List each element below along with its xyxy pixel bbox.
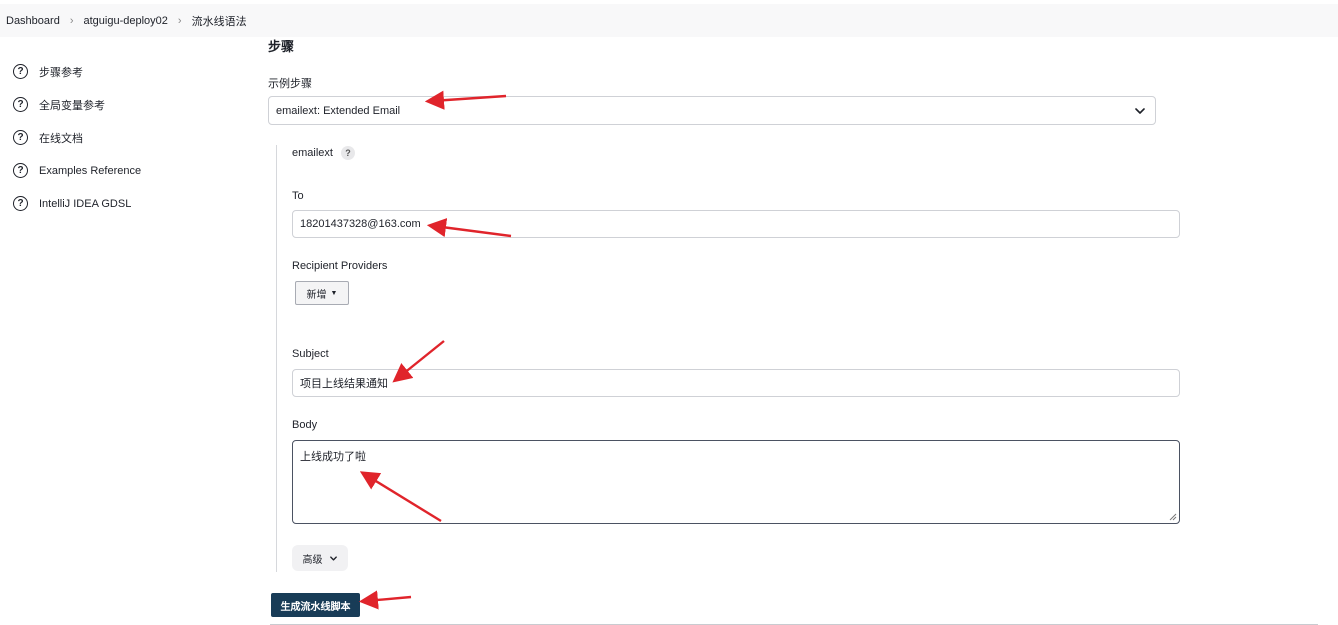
resize-handle-icon[interactable] <box>1169 513 1177 521</box>
sidebar-item-examples-reference[interactable]: ? Examples Reference <box>13 154 253 187</box>
add-button-label: 新增 <box>306 289 327 301</box>
breadcrumb-current[interactable]: 流水线语法 <box>192 13 247 29</box>
step-name: emailext <box>292 147 333 159</box>
help-circle-icon: ? <box>13 97 28 112</box>
sidebar-item-label: Examples Reference <box>39 164 142 177</box>
sidebar-item-label: IntelliJ IDEA GDSL <box>39 197 132 210</box>
sample-step-value: emailext: Extended Email <box>276 104 401 117</box>
section-title: 步骤 <box>268 39 295 54</box>
sidebar: ? 步骤参考 ? 全局变量参考 ? 在线文档 ? Examples Refere… <box>13 55 253 220</box>
subject-label: Subject <box>292 348 329 360</box>
body-value: 上线成功了啦 <box>300 451 366 463</box>
help-circle-icon: ? <box>13 196 28 211</box>
sidebar-item-label: 步骤参考 <box>39 66 83 79</box>
caret-down-icon: ▼ <box>330 289 338 297</box>
advanced-button[interactable]: 高级 <box>292 545 348 571</box>
subject-value: 项目上线结果通知 <box>300 378 388 390</box>
subject-input[interactable]: 项目上线结果通知 <box>292 369 1180 397</box>
help-circle-icon: ? <box>13 130 28 145</box>
chevron-down-icon <box>329 555 337 561</box>
sidebar-item-intellij-gdsl[interactable]: ? IntelliJ IDEA GDSL <box>13 187 253 220</box>
to-value: 18201437328@163.com <box>300 218 421 230</box>
recipient-providers-label: Recipient Providers <box>292 260 388 272</box>
sample-step-label: 示例步骤 <box>268 78 312 90</box>
sample-step-select[interactable]: emailext: Extended Email <box>268 96 1156 125</box>
annotation-arrow <box>358 590 412 610</box>
to-input[interactable]: 18201437328@163.com <box>292 210 1180 238</box>
chevron-right-icon: › <box>177 14 182 27</box>
sidebar-item-label: 全局变量参考 <box>39 99 105 112</box>
advanced-label: 高级 <box>302 554 323 566</box>
add-provider-button[interactable]: 新增 ▼ <box>295 281 349 305</box>
sidebar-item-steps-reference[interactable]: ? 步骤参考 <box>13 55 253 88</box>
help-icon[interactable]: ? <box>340 146 355 160</box>
body-textarea[interactable]: 上线成功了啦 <box>292 440 1180 524</box>
help-circle-icon: ? <box>13 64 28 79</box>
step-config-border <box>276 145 277 572</box>
sidebar-item-online-docs[interactable]: ? 在线文档 <box>13 121 253 154</box>
breadcrumb: Dashboard › atguigu-deploy02 › 流水线语法 <box>0 4 1338 37</box>
breadcrumb-dashboard[interactable]: Dashboard <box>6 15 60 27</box>
sidebar-item-global-variables[interactable]: ? 全局变量参考 <box>13 88 253 121</box>
sidebar-item-label: 在线文档 <box>39 132 83 145</box>
step-name-row: emailext ? <box>292 146 355 160</box>
to-label: To <box>292 190 304 202</box>
chevron-right-icon: › <box>69 14 74 27</box>
body-label: Body <box>292 419 318 431</box>
generate-pipeline-script-button[interactable]: 生成流水线脚本 <box>271 593 360 617</box>
chevron-down-icon <box>1135 108 1145 114</box>
breadcrumb-project[interactable]: atguigu-deploy02 <box>84 15 168 27</box>
help-circle-icon: ? <box>13 163 28 178</box>
